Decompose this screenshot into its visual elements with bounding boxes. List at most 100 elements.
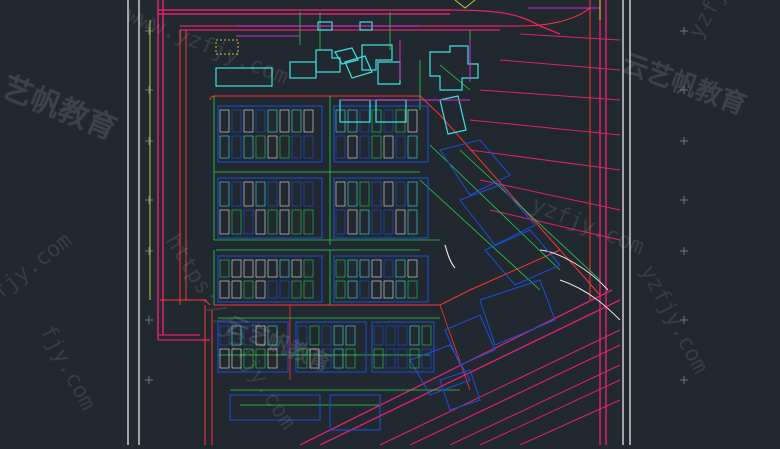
unit-outline (255, 109, 266, 133)
watermark-url-left: fjy.com (0, 228, 77, 305)
watermark-brand-left: 艺帆教育 (0, 70, 121, 147)
unit-outline (359, 259, 370, 278)
unit-outline (219, 181, 230, 207)
unit-outline (219, 348, 230, 369)
unit-outline (407, 259, 418, 278)
unit-outline (219, 259, 230, 278)
unit-outline (409, 325, 420, 346)
unit-outline (359, 181, 370, 207)
unit-outline (219, 209, 230, 235)
watermark-url-right: yzfjy.com (635, 261, 713, 378)
unit-outline (359, 280, 370, 299)
unit-outline (371, 181, 382, 207)
unit-outline (267, 181, 278, 207)
unit-outline (395, 135, 406, 159)
unit-outline (231, 109, 242, 133)
unit-outline (279, 280, 290, 299)
unit-outline (395, 181, 406, 207)
unit-outline (303, 209, 314, 235)
unit-outline (255, 135, 266, 159)
watermark-layer: 艺帆教育 云艺帆教育 云艺帆教育 www.yzfjy.com https://y… (0, 0, 750, 434)
unit-outline (335, 280, 346, 299)
unit-outline (383, 209, 394, 235)
unit-outline (267, 209, 278, 235)
unit-outline (219, 109, 230, 133)
unit-outline (255, 209, 266, 235)
unit-outline (231, 135, 242, 159)
unit-outline (291, 280, 302, 299)
unit-outline (291, 209, 302, 235)
unit-outline (373, 325, 384, 346)
unit-outline (291, 259, 302, 278)
unit-outline (291, 135, 302, 159)
unit-outline (243, 209, 254, 235)
unit-outline (407, 181, 418, 207)
unit-outline (407, 280, 418, 299)
unit-outline (345, 348, 356, 369)
unit-outline (421, 325, 432, 346)
unit-outline (279, 209, 290, 235)
unit-outline (243, 181, 254, 207)
unit-outline (395, 209, 406, 235)
unit-outline (333, 325, 344, 346)
unit-outline (373, 348, 384, 369)
unit-outline (231, 280, 242, 299)
unit-outline (397, 348, 408, 369)
site-plan-drawing: 艺帆教育 云艺帆教育 云艺帆教育 www.yzfjy.com https://y… (0, 0, 750, 446)
unit-outline (303, 280, 314, 299)
unit-outline (383, 109, 394, 133)
unit-outline (335, 135, 346, 159)
magenta-site-lines (236, 7, 600, 101)
unit-outline (397, 325, 408, 346)
watermark-url-top: www.yzfjy.com (123, 2, 292, 90)
unit-outline (303, 135, 314, 159)
unit-outline (347, 135, 358, 159)
unit-outline (279, 259, 290, 278)
unit-outline (395, 280, 406, 299)
unit-outline (267, 280, 278, 299)
unit-outline (371, 135, 382, 159)
unit-outline (395, 259, 406, 278)
unit-outline (335, 181, 346, 207)
unit-outline (407, 109, 418, 133)
unit-outline (255, 280, 266, 299)
unit-outline (383, 259, 394, 278)
unit-outline (347, 109, 358, 133)
unit-outline (347, 209, 358, 235)
unit-outline (303, 109, 314, 133)
unit-outline (243, 280, 254, 299)
watermark-brand-right: 云艺帆教育 (618, 47, 751, 121)
unit-outline (347, 181, 358, 207)
unit-outline (303, 259, 314, 278)
unit-outline (243, 109, 254, 133)
unit-outline (231, 209, 242, 235)
unit-outline (371, 259, 382, 278)
unit-outline (291, 109, 302, 133)
unit-outline (407, 135, 418, 159)
unit-outline (371, 209, 382, 235)
unit-outline (359, 109, 370, 133)
unit-outline (383, 280, 394, 299)
unit-outline (279, 109, 290, 133)
unit-outline (279, 135, 290, 159)
cad-drawing-viewport[interactable]: 艺帆教育 云艺帆教育 云艺帆教育 www.yzfjy.com https://y… (0, 0, 780, 446)
unit-outline (383, 181, 394, 207)
unit-outline (243, 135, 254, 159)
unit-outline (385, 325, 396, 346)
unit-outline (279, 181, 290, 207)
unit-outline (303, 181, 314, 207)
unit-outline (345, 325, 356, 346)
unit-outline (385, 348, 396, 369)
unit-outline (371, 280, 382, 299)
unit-outline (347, 280, 358, 299)
unit-outline (383, 135, 394, 159)
watermark-url-top-right: yzfjy (684, 0, 739, 43)
unit-outline (407, 209, 418, 235)
unit-outline (309, 325, 320, 346)
unit-outline (333, 348, 344, 369)
unit-outline (335, 209, 346, 235)
unit-outline (231, 259, 242, 278)
unit-outline (267, 135, 278, 159)
unit-outline (231, 181, 242, 207)
unit-outline (395, 109, 406, 133)
